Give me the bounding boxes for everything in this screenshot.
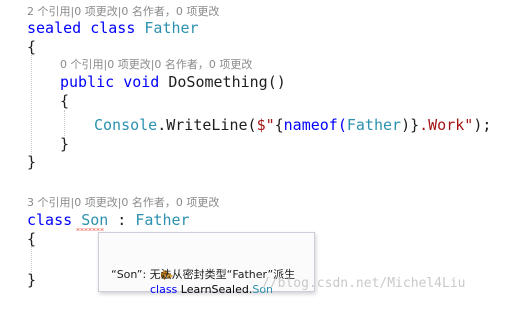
string-prefix: $"	[256, 116, 275, 134]
indent-guide	[31, 50, 32, 158]
class-name-father[interactable]: Father	[144, 19, 198, 37]
watermark: //blog.csdn.net/Michel4Liu	[262, 276, 466, 291]
code-line-method-decl: public void DoSomething()	[60, 73, 286, 92]
code-brace-open-son: {	[27, 230, 37, 248]
code-brace-close-method: }	[60, 135, 70, 153]
code-brace-close: }	[27, 153, 37, 171]
code-line-father-decl: sealed class Father	[27, 19, 199, 38]
code-brace-open-method: {	[60, 92, 70, 110]
writeline-call: .WriteLine(	[157, 116, 257, 134]
tooltip-class-keyword: class	[149, 283, 178, 296]
class-icon	[132, 255, 173, 280]
type-console[interactable]: Console	[94, 116, 157, 134]
base-class-father[interactable]: Father	[135, 211, 189, 229]
statement-end: );	[473, 116, 492, 134]
code-brace-close-son: }	[27, 271, 37, 289]
nameof-arg-father: Father	[346, 116, 402, 134]
codelens-father[interactable]: 2 个引用|0 项更改|0 名作者，0 项更改	[27, 5, 219, 19]
keyword-class: class	[90, 19, 136, 37]
codelens-son[interactable]: 3 个引用|0 项更改|0 名作者，0 项更改	[27, 196, 219, 210]
class-name-son[interactable]: Son	[81, 211, 108, 229]
code-line-writeline: Console.WriteLine($"{nameof(Father)}.Wor…	[94, 116, 491, 135]
keyword-void: void	[123, 73, 160, 91]
code-brace-open: {	[27, 38, 37, 56]
codelens-dosomething[interactable]: 0 个引用|0 项更改|0 名作者，0 项更改	[60, 58, 252, 72]
keyword-public: public	[60, 73, 115, 91]
keyword-nameof: nameof(	[283, 116, 347, 134]
error-squiggle	[76, 228, 104, 231]
keyword-class-son: class	[27, 211, 73, 229]
code-editor[interactable]: 2 个引用|0 项更改|0 名作者，0 项更改 sealed class Fat…	[0, 0, 510, 303]
string-rest: .Work"	[419, 116, 474, 134]
keyword-sealed: sealed	[27, 19, 82, 37]
colon: :	[108, 211, 136, 229]
method-parens: ()	[267, 73, 286, 91]
tooltip-namespace: LearnSealed.	[180, 283, 253, 296]
interp-close: )}	[401, 116, 420, 134]
interp-open: {	[274, 116, 284, 134]
method-name[interactable]: DoSomething	[168, 73, 267, 91]
code-line-son-decl: class Son : Father	[27, 211, 190, 230]
